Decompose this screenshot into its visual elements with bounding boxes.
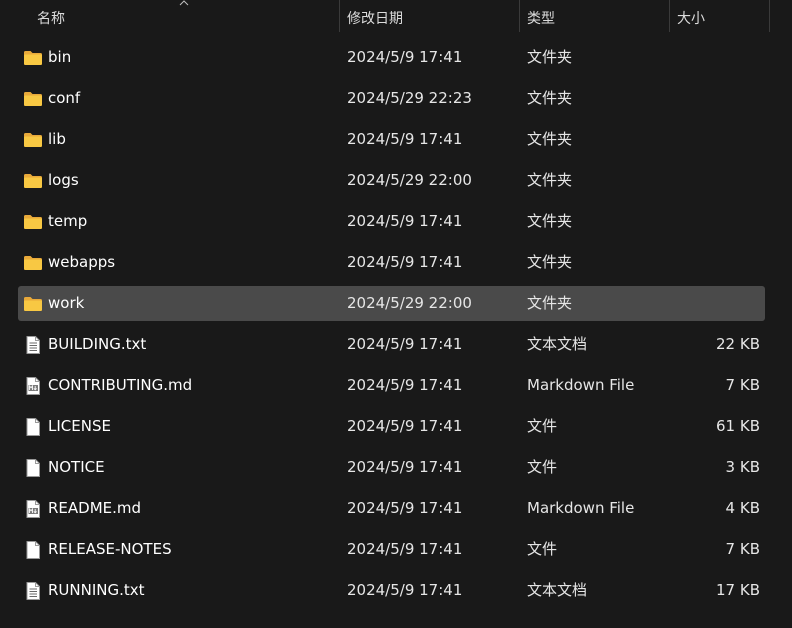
text-file-icon <box>23 336 43 354</box>
folder-icon <box>23 254 43 272</box>
file-type: 文件夹 <box>527 89 573 107</box>
file-modified-date: 2024/5/29 22:00 <box>347 171 472 189</box>
file-size: 22 KB <box>716 335 760 353</box>
file-size: 61 KB <box>716 417 760 435</box>
column-divider[interactable] <box>769 0 770 32</box>
file-name[interactable]: logs <box>48 163 79 198</box>
file-size: 7 KB <box>725 376 760 394</box>
file-type: 文件夹 <box>527 130 573 148</box>
file-row[interactable]: README.md 2024/5/9 17:41 Markdown File 4 KB <box>18 491 765 526</box>
file-modified-date: 2024/5/9 17:41 <box>347 540 463 558</box>
file-type: 文件夹 <box>527 253 573 271</box>
file-name[interactable]: README.md <box>48 491 141 526</box>
blank-file-icon <box>23 459 43 477</box>
file-type: 文件 <box>527 458 558 476</box>
file-modified-date: 2024/5/9 17:41 <box>347 212 463 230</box>
file-modified-date: 2024/5/9 17:41 <box>347 417 463 435</box>
file-modified-date: 2024/5/9 17:41 <box>347 253 463 271</box>
folder-icon <box>23 295 43 313</box>
column-header-date[interactable]: 修改日期 <box>340 0 520 34</box>
file-modified-date: 2024/5/9 17:41 <box>347 458 463 476</box>
file-row[interactable]: BUILDING.txt 2024/5/9 17:41 文本文档 22 KB <box>18 327 765 362</box>
file-name[interactable]: CONTRIBUTING.md <box>48 368 192 403</box>
file-type: 文件 <box>527 417 558 435</box>
file-type: Markdown File <box>527 376 635 394</box>
file-row[interactable]: NOTICE 2024/5/9 17:41 文件 3 KB <box>18 450 765 485</box>
file-row[interactable]: LICENSE 2024/5/9 17:41 文件 61 KB <box>18 409 765 444</box>
file-name[interactable]: BUILDING.txt <box>48 327 146 362</box>
file-name[interactable]: webapps <box>48 245 115 280</box>
file-type: 文件夹 <box>527 294 573 312</box>
file-row[interactable]: work 2024/5/29 22:00 文件夹 <box>18 286 765 321</box>
blank-file-icon <box>23 418 43 436</box>
file-size: 17 KB <box>716 581 760 599</box>
file-size: 4 KB <box>725 499 760 517</box>
file-type: 文本文档 <box>527 335 588 353</box>
file-name[interactable]: RUNNING.txt <box>48 573 145 608</box>
file-row[interactable]: logs 2024/5/29 22:00 文件夹 <box>18 163 765 198</box>
markdown-file-icon <box>23 377 43 395</box>
file-type: 文件 <box>527 540 558 558</box>
file-type: 文件夹 <box>527 48 573 66</box>
file-modified-date: 2024/5/9 17:41 <box>347 335 463 353</box>
column-header-size[interactable]: 大小 <box>670 0 770 34</box>
file-modified-date: 2024/5/29 22:23 <box>347 89 472 107</box>
column-header-type[interactable]: 类型 <box>520 0 670 34</box>
file-name[interactable]: work <box>48 286 84 321</box>
file-modified-date: 2024/5/9 17:41 <box>347 499 463 517</box>
file-modified-date: 2024/5/29 22:00 <box>347 294 472 312</box>
file-modified-date: 2024/5/9 17:41 <box>347 376 463 394</box>
file-row[interactable]: webapps 2024/5/9 17:41 文件夹 <box>18 245 765 280</box>
file-row[interactable]: temp 2024/5/9 17:41 文件夹 <box>18 204 765 239</box>
folder-icon <box>23 213 43 231</box>
file-size: 7 KB <box>725 540 760 558</box>
file-name[interactable]: bin <box>48 40 71 75</box>
column-header-name[interactable]: 名称 <box>0 0 340 34</box>
blank-file-icon <box>23 541 43 559</box>
file-type: 文件夹 <box>527 212 573 230</box>
file-row[interactable]: RUNNING.txt 2024/5/9 17:41 文本文档 17 KB <box>18 573 765 608</box>
file-modified-date: 2024/5/9 17:41 <box>347 130 463 148</box>
file-name[interactable]: lib <box>48 122 66 157</box>
folder-icon <box>23 172 43 190</box>
file-explorer: 名称 修改日期 类型 大小 bin 2024/5/9 17:41 文件夹 conf 20… <box>0 0 792 628</box>
file-row[interactable]: lib 2024/5/9 17:41 文件夹 <box>18 122 765 157</box>
file-type: 文件夹 <box>527 171 573 189</box>
text-file-icon <box>23 582 43 600</box>
file-type: 文本文档 <box>527 581 588 599</box>
file-row[interactable]: conf 2024/5/29 22:23 文件夹 <box>18 81 765 116</box>
file-row[interactable]: RELEASE-NOTES 2024/5/9 17:41 文件 7 KB <box>18 532 765 567</box>
file-name[interactable]: temp <box>48 204 87 239</box>
file-row[interactable]: CONTRIBUTING.md 2024/5/9 17:41 Markdown Fi… <box>18 368 765 403</box>
file-name[interactable]: LICENSE <box>48 409 111 444</box>
column-header: 名称 修改日期 类型 大小 <box>0 0 792 34</box>
file-name[interactable]: RELEASE-NOTES <box>48 532 172 567</box>
file-modified-date: 2024/5/9 17:41 <box>347 48 463 66</box>
file-type: Markdown File <box>527 499 635 517</box>
folder-icon <box>23 90 43 108</box>
file-name[interactable]: conf <box>48 81 80 116</box>
folder-icon <box>23 49 43 67</box>
file-row[interactable]: bin 2024/5/9 17:41 文件夹 <box>18 40 765 75</box>
file-size: 3 KB <box>725 458 760 476</box>
markdown-file-icon <box>23 500 43 518</box>
folder-icon <box>23 131 43 149</box>
file-modified-date: 2024/5/9 17:41 <box>347 581 463 599</box>
file-name[interactable]: NOTICE <box>48 450 105 485</box>
